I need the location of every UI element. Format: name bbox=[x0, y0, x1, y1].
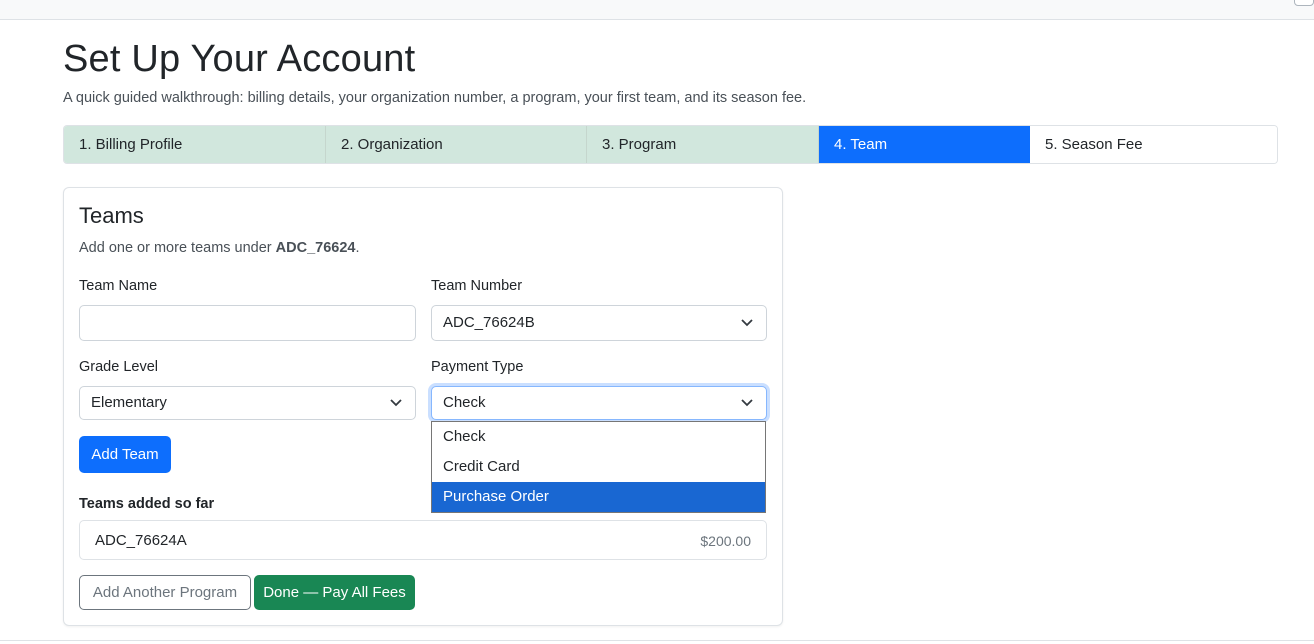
team-item-amount: $200.00 bbox=[700, 533, 751, 549]
wizard-steps: 1. Billing Profile 2. Organization 3. Pr… bbox=[63, 125, 1278, 164]
divider bbox=[0, 640, 1314, 641]
step-billing-profile[interactable]: 1. Billing Profile bbox=[64, 126, 326, 163]
card-title: Teams bbox=[79, 203, 144, 228]
step-team[interactable]: 4. Team bbox=[819, 126, 1030, 163]
payment-type-label: Payment Type bbox=[431, 359, 524, 375]
team-name-label: Team Name bbox=[79, 278, 158, 294]
page-subtitle: A quick guided walkthrough: billing deta… bbox=[63, 90, 807, 106]
chevron-down-icon bbox=[741, 399, 753, 407]
add-team-button[interactable]: Add Team bbox=[79, 436, 171, 473]
list-item: ADC_76624A $200.00 bbox=[79, 520, 767, 560]
add-another-program-button[interactable]: Add Another Program bbox=[79, 575, 251, 610]
team-name-input[interactable] bbox=[79, 305, 416, 341]
card-subtitle: Add one or more teams under ADC_76624. bbox=[79, 240, 360, 256]
teams-list-heading: Teams added so far bbox=[79, 496, 215, 512]
grade-level-select[interactable]: Elementary bbox=[79, 386, 416, 420]
page-title: Set Up Your Account bbox=[63, 38, 416, 80]
grade-level-label: Grade Level bbox=[79, 359, 158, 375]
team-number-label: Team Number bbox=[431, 278, 523, 294]
teams-card: Teams Add one or more teams under ADC_76… bbox=[63, 187, 783, 626]
card-subtitle-prefix: Add one or more teams under bbox=[79, 240, 276, 256]
payment-type-select[interactable]: Check bbox=[431, 386, 767, 420]
step-organization[interactable]: 2. Organization bbox=[326, 126, 587, 163]
payment-type-value: Check bbox=[443, 394, 486, 411]
window-control[interactable] bbox=[1294, 0, 1314, 6]
org-number: ADC_76624 bbox=[275, 240, 356, 256]
option-check[interactable]: Check bbox=[432, 422, 765, 452]
payment-type-dropdown: Check Credit Card Purchase Order bbox=[431, 421, 766, 513]
chevron-down-icon bbox=[741, 319, 753, 327]
step-program[interactable]: 3. Program bbox=[587, 126, 819, 163]
team-number-value: ADC_76624B bbox=[443, 314, 535, 331]
step-season-fee[interactable]: 5. Season Fee bbox=[1030, 126, 1277, 163]
done-pay-all-fees-button[interactable]: Done — Pay All Fees bbox=[254, 575, 415, 610]
card-subtitle-suffix: . bbox=[355, 240, 360, 256]
grade-level-value: Elementary bbox=[91, 394, 167, 411]
team-number-select[interactable]: ADC_76624B bbox=[431, 305, 767, 341]
team-item-name: ADC_76624A bbox=[95, 532, 187, 549]
browser-top-bar bbox=[0, 0, 1314, 20]
option-purchase-order[interactable]: Purchase Order bbox=[432, 482, 765, 512]
chevron-down-icon bbox=[390, 399, 402, 407]
option-credit-card[interactable]: Credit Card bbox=[432, 452, 765, 482]
